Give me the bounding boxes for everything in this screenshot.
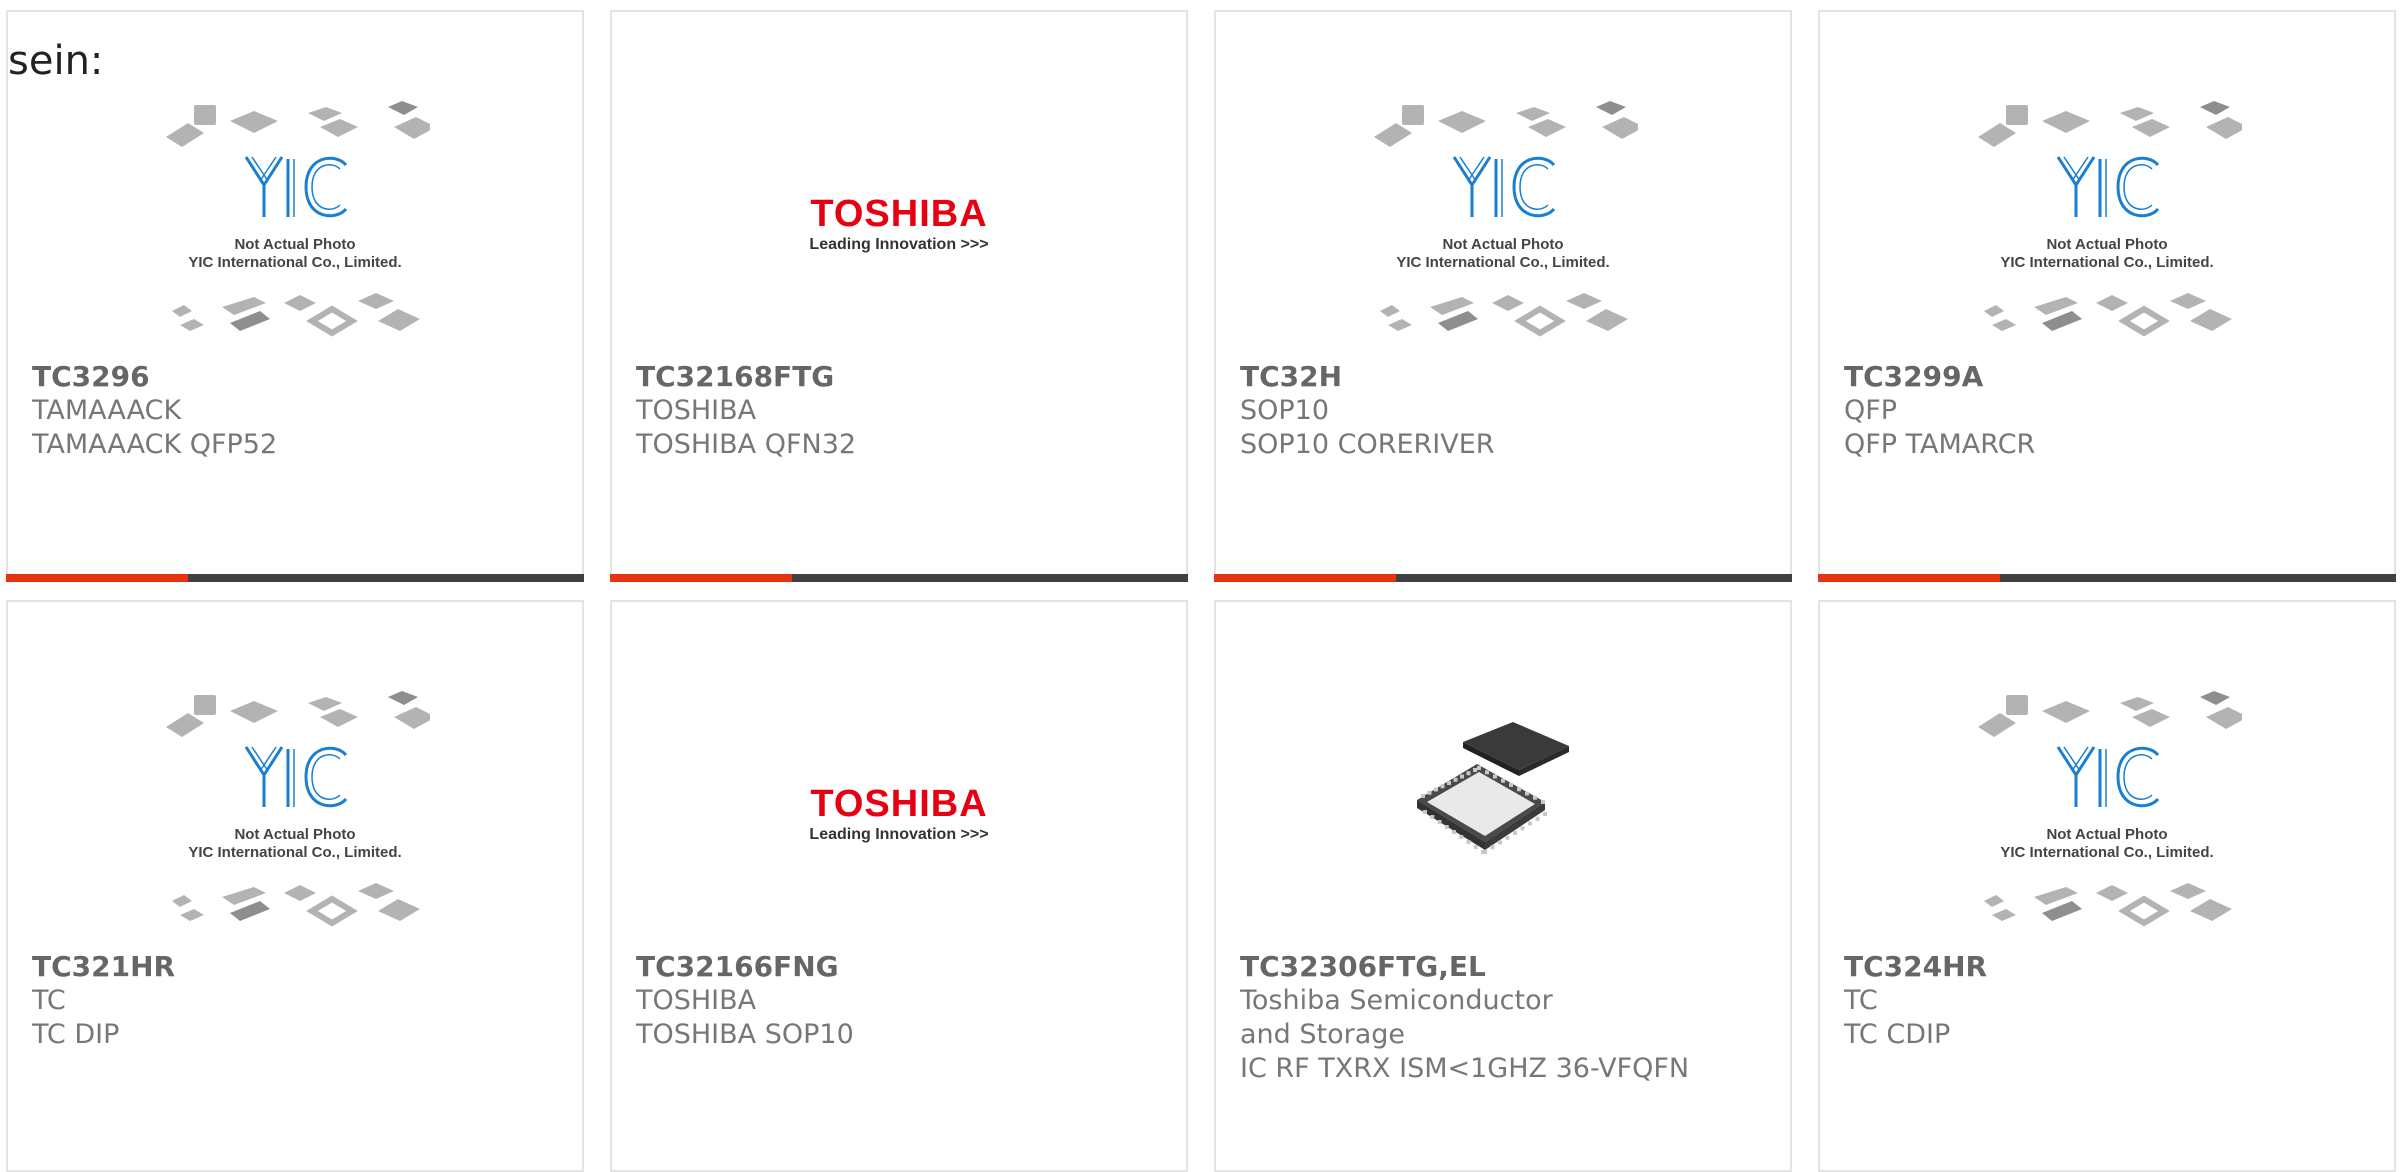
card-hover-bar xyxy=(6,574,584,582)
part-number[interactable]: TC3299A xyxy=(1844,360,1983,393)
product-image[interactable]: Not Actual Photo YIC International Co., … xyxy=(8,682,582,946)
yic-placeholder-icon: Not Actual Photo YIC International Co., … xyxy=(166,101,430,337)
intro-text: sein: xyxy=(8,38,104,84)
svg-text:YIC International Co., Limited: YIC International Co., Limited. xyxy=(188,254,401,271)
svg-text:YIC International Co., Limited: YIC International Co., Limited. xyxy=(188,844,401,861)
product-image[interactable]: TOSHIBA Leading Innovation >>> xyxy=(612,92,1186,356)
description: IC RF TXRX ISM<1GHZ 36-VFQFN xyxy=(1240,1053,1690,1084)
yic-placeholder-icon: Not Actual Photo YIC International Co., … xyxy=(166,691,430,927)
svg-text:Not Actual Photo: Not Actual Photo xyxy=(2046,236,2167,253)
description: SOP10 CORERIVER xyxy=(1240,429,1495,460)
part-number[interactable]: TC3296 xyxy=(32,360,150,393)
svg-text:Not Actual Photo: Not Actual Photo xyxy=(234,826,355,843)
manufacturer: TOSHIBA xyxy=(636,395,757,426)
description: QFP TAMARCR xyxy=(1844,429,2036,460)
product-image[interactable] xyxy=(1216,682,1790,946)
part-number[interactable]: TC32168FTG xyxy=(636,360,834,393)
manufacturer: TC xyxy=(1844,985,1878,1016)
qfn-chip-photo xyxy=(1417,722,1569,854)
product-image[interactable]: Not Actual Photo YIC International Co., … xyxy=(1820,682,2394,946)
yic-placeholder-icon: Not Actual Photo YIC International Co., … xyxy=(1978,691,2242,927)
card-hover-bar xyxy=(1818,574,2396,582)
product-card[interactable]: TC32306FTG,EL Toshiba Semiconductor and … xyxy=(1214,600,1792,1172)
toshiba-brand: TOSHIBA xyxy=(810,193,988,235)
product-image[interactable]: Not Actual Photo YIC International Co., … xyxy=(8,92,582,356)
svg-text:YIC International Co., Limited: YIC International Co., Limited. xyxy=(2000,844,2213,861)
yic-placeholder-icon: Not Actual Photo YIC International Co., … xyxy=(1374,101,1638,337)
part-number[interactable]: TC32306FTG,EL xyxy=(1240,950,1486,983)
description: TC CDIP xyxy=(1844,1019,1951,1050)
product-card[interactable]: Not Actual Photo YIC International Co., … xyxy=(1214,10,1792,582)
part-number[interactable]: TC32H xyxy=(1240,360,1342,393)
manufacturer: TAMAAACK xyxy=(32,395,182,426)
svg-text:YIC International Co., Limited: YIC International Co., Limited. xyxy=(1396,254,1609,271)
card-hover-bar xyxy=(610,574,1188,582)
toshiba-brand: TOSHIBA xyxy=(810,783,988,825)
product-card[interactable]: Not Actual Photo YIC International Co., … xyxy=(1818,10,2396,582)
toshiba-tagline: Leading Innovation >>> xyxy=(809,236,989,253)
svg-text:Not Actual Photo: Not Actual Photo xyxy=(2046,826,2167,843)
description: TOSHIBA SOP10 xyxy=(636,1019,854,1050)
product-image[interactable]: Not Actual Photo YIC International Co., … xyxy=(1216,92,1790,356)
product-image[interactable]: Not Actual Photo YIC International Co., … xyxy=(1820,92,2394,356)
manufacturer: Toshiba Semiconductor and Storage xyxy=(1240,985,1553,1050)
manufacturer: SOP10 xyxy=(1240,395,1330,426)
description: TAMAAACK QFP52 xyxy=(32,429,278,460)
toshiba-tagline: Leading Innovation >>> xyxy=(809,826,989,843)
description: TOSHIBA QFN32 xyxy=(636,429,857,460)
part-number[interactable]: TC324HR xyxy=(1844,950,1987,983)
product-card[interactable]: TOSHIBA Leading Innovation >>> TC32168FT… xyxy=(610,10,1188,582)
toshiba-logo: TOSHIBA Leading Innovation >>> xyxy=(809,784,988,844)
card-hover-bar xyxy=(1214,574,1792,582)
part-number[interactable]: TC32166FNG xyxy=(636,950,839,983)
manufacturer: TC xyxy=(32,985,66,1016)
yic-placeholder-icon: Not Actual Photo YIC International Co., … xyxy=(1978,101,2242,337)
manufacturer: TOSHIBA xyxy=(636,985,757,1016)
svg-text:YIC International Co., Limited: YIC International Co., Limited. xyxy=(2000,254,2213,271)
description: TC DIP xyxy=(32,1019,120,1050)
product-card[interactable]: TOSHIBA Leading Innovation >>> TC32166FN… xyxy=(610,600,1188,1172)
svg-text:Not Actual Photo: Not Actual Photo xyxy=(234,236,355,253)
part-number[interactable]: TC321HR xyxy=(32,950,175,983)
product-card[interactable]: Not Actual Photo YIC International Co., … xyxy=(6,600,584,1172)
manufacturer: QFP xyxy=(1844,395,1898,426)
toshiba-logo: TOSHIBA Leading Innovation >>> xyxy=(809,194,988,254)
product-card[interactable]: Not Actual Photo YIC International Co., … xyxy=(6,10,584,582)
svg-text:Not Actual Photo: Not Actual Photo xyxy=(1442,236,1563,253)
product-card[interactable]: Not Actual Photo YIC International Co., … xyxy=(1818,600,2396,1172)
product-image[interactable]: TOSHIBA Leading Innovation >>> xyxy=(612,682,1186,946)
